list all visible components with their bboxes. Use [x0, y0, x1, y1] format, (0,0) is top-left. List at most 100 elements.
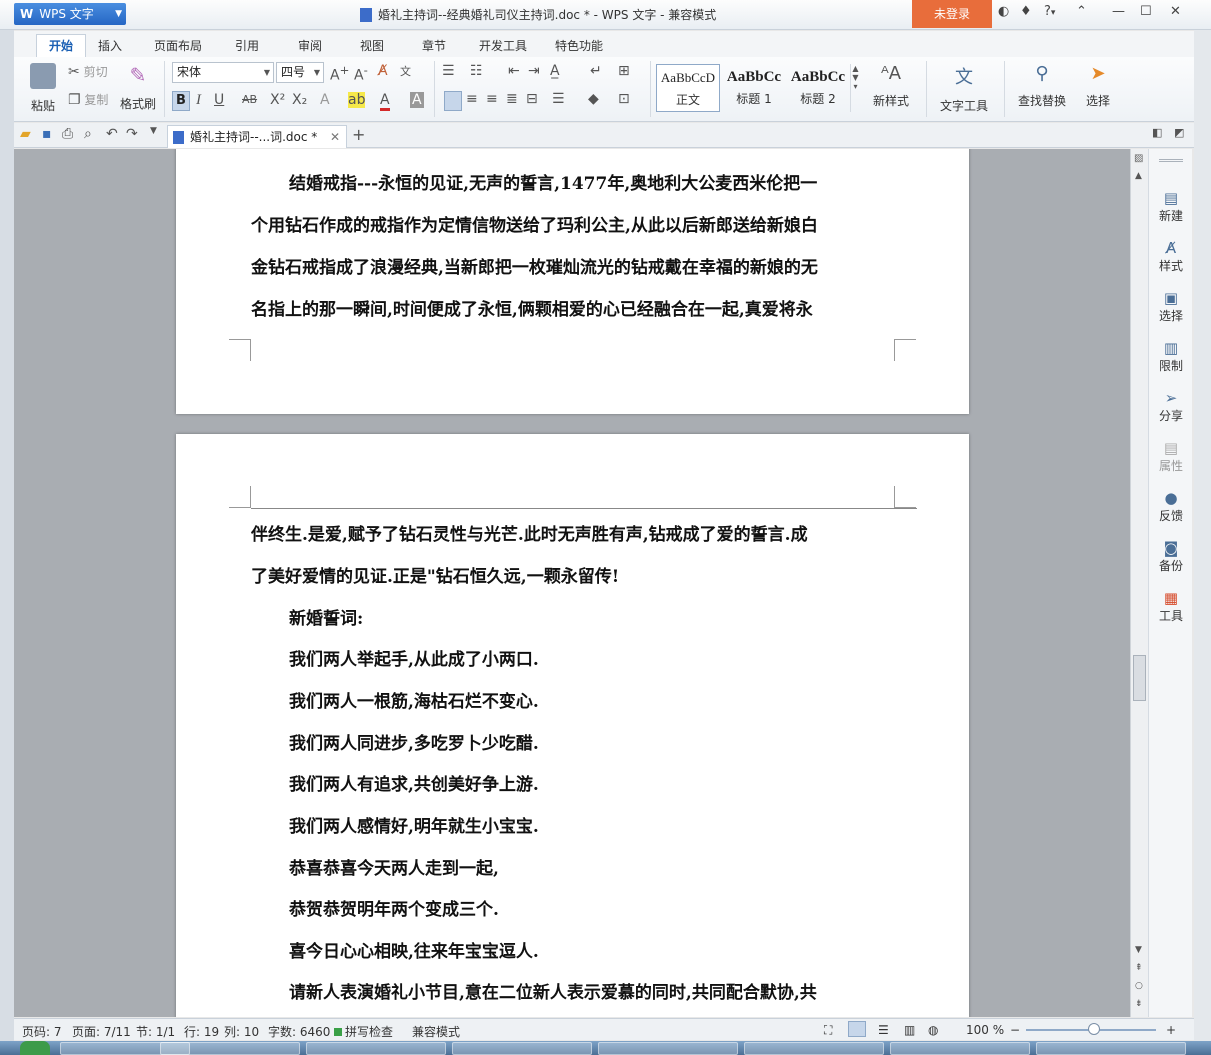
- prev-page-icon[interactable]: ⇞: [1135, 963, 1143, 973]
- char-shading-icon[interactable]: A: [410, 92, 424, 108]
- select-browse-icon[interactable]: ○: [1135, 981, 1143, 991]
- clear-format-icon[interactable]: A̸: [378, 63, 388, 79]
- find-replace-button[interactable]: ⚲ 查找替换: [1010, 63, 1074, 109]
- doc-options-icon[interactable]: ◩: [1174, 126, 1184, 139]
- status-spell-check[interactable]: 拼写检查: [334, 1023, 393, 1040]
- redo-icon[interactable]: ↷: [126, 126, 138, 142]
- save-icon[interactable]: ▪: [42, 126, 52, 142]
- align-left-button[interactable]: [444, 91, 462, 111]
- superscript-button[interactable]: X²: [270, 92, 285, 108]
- document-workspace[interactable]: 结婚戒指---永恒的见证,无声的誓言,1477年,奥地利大公麦西米伦把一 个用钻…: [14, 149, 1130, 1017]
- tab-insert[interactable]: 插入: [98, 37, 122, 54]
- scroll-down-icon[interactable]: ▼: [1135, 945, 1142, 955]
- font-size-select[interactable]: 四号 ▼: [276, 62, 324, 83]
- status-page[interactable]: 页面: 7/11: [72, 1023, 131, 1040]
- numbered-list-icon[interactable]: ☷: [470, 63, 483, 79]
- new-style-button[interactable]: ᴬA 新样式: [866, 63, 916, 109]
- tab-chapter[interactable]: 章节: [422, 37, 446, 54]
- justify-icon[interactable]: ≣: [506, 91, 518, 107]
- outline-view-icon[interactable]: ☰: [878, 1023, 889, 1037]
- restore-doc-icon[interactable]: ◧: [1152, 126, 1162, 139]
- taskbar-item[interactable]: [890, 1042, 1030, 1055]
- taskbar-item[interactable]: [306, 1042, 446, 1055]
- print-icon[interactable]: ⎙: [62, 126, 73, 142]
- vertical-scrollbar[interactable]: ▨ ▲ ▼ ⇞ ○ ⇟: [1130, 149, 1148, 1017]
- tab-special[interactable]: 特色功能: [555, 37, 603, 54]
- side-backup-button[interactable]: ◙ 备份: [1149, 539, 1193, 574]
- shading-icon[interactable]: ◆: [588, 91, 599, 107]
- zoom-in-icon[interactable]: +: [1166, 1023, 1176, 1037]
- print-preview-icon[interactable]: ⌕: [84, 126, 92, 142]
- side-new-button[interactable]: ▤ 新建: [1149, 189, 1193, 224]
- distribute-icon[interactable]: ⊟: [526, 91, 538, 107]
- format-painter-button[interactable]: ✎ 格式刷: [118, 63, 158, 112]
- taskbar-item[interactable]: [160, 1042, 300, 1055]
- skin-icon[interactable]: ◐: [998, 4, 1009, 19]
- font-name-select[interactable]: 宋体 ▼: [172, 62, 274, 83]
- help-button[interactable]: ?▾: [1044, 4, 1055, 19]
- style-gallery-scroll[interactable]: ▲ ▼ ▾: [850, 64, 860, 112]
- reading-view-icon[interactable]: ▥: [904, 1023, 915, 1037]
- next-page-icon[interactable]: ⇟: [1135, 999, 1143, 1009]
- cut-button[interactable]: ✂ 剪切: [68, 63, 108, 80]
- tab-review[interactable]: 审阅: [298, 37, 322, 54]
- text-effect-icon[interactable]: A: [320, 92, 330, 108]
- strikethrough-button[interactable]: AB: [242, 93, 257, 106]
- decrease-indent-icon[interactable]: ⇤: [508, 63, 520, 79]
- tab-view[interactable]: 视图: [360, 37, 384, 54]
- split-view-icon[interactable]: ▨: [1134, 153, 1143, 164]
- table-icon[interactable]: ⊞: [618, 63, 630, 79]
- font-color-icon[interactable]: A: [380, 92, 390, 111]
- borders-icon[interactable]: ⊡: [618, 91, 630, 107]
- underline-button[interactable]: U: [214, 92, 224, 108]
- minimize-button[interactable]: —: [1112, 4, 1125, 19]
- customize-toolbar-icon[interactable]: ▼: [150, 126, 157, 136]
- bullet-list-icon[interactable]: ☰: [442, 63, 455, 79]
- side-tools-button[interactable]: ▦ 工具: [1149, 589, 1193, 624]
- text-tools-button[interactable]: 文 文字工具: [932, 63, 996, 114]
- style-heading-2[interactable]: AaBbCc 标题 2: [786, 64, 850, 112]
- subscript-button[interactable]: X₂: [292, 92, 307, 108]
- grow-font-icon[interactable]: A+: [330, 63, 349, 84]
- align-center-icon[interactable]: ≡: [466, 91, 478, 107]
- collapse-ribbon-icon[interactable]: ⌃: [1076, 4, 1087, 19]
- italic-button[interactable]: I: [196, 92, 201, 109]
- chinese-layout-icon[interactable]: A̲: [550, 63, 560, 79]
- increase-indent-icon[interactable]: ⇥: [528, 63, 540, 79]
- show-marks-icon[interactable]: ↵: [590, 63, 602, 79]
- side-properties-button[interactable]: ▤ 属性: [1149, 439, 1193, 474]
- style-heading-1[interactable]: AaBbCc 标题 1: [722, 64, 786, 112]
- side-restrict-button[interactable]: ▥ 限制: [1149, 339, 1193, 374]
- tab-start[interactable]: 开始: [36, 34, 86, 57]
- taskbar-item[interactable]: [452, 1042, 592, 1055]
- open-icon[interactable]: ▰: [20, 126, 31, 142]
- highlight-icon[interactable]: ab: [348, 92, 366, 108]
- tab-references[interactable]: 引用: [235, 37, 259, 54]
- eye-protect-icon[interactable]: ◍: [928, 1023, 938, 1037]
- tab-page-layout[interactable]: 页面布局: [154, 37, 202, 54]
- copy-button[interactable]: ❐ 复制: [68, 91, 108, 108]
- full-screen-view-icon[interactable]: ⛶: [824, 1023, 832, 1038]
- taskbar-item[interactable]: [598, 1042, 738, 1055]
- select-button[interactable]: ➤ 选择: [1078, 63, 1118, 109]
- zoom-out-icon[interactable]: −: [1010, 1023, 1020, 1037]
- align-right-icon[interactable]: ≡: [486, 91, 498, 107]
- login-button[interactable]: 未登录: [912, 0, 992, 28]
- maximize-button[interactable]: ☐: [1140, 4, 1152, 19]
- new-tab-icon[interactable]: +: [352, 125, 365, 144]
- scroll-up-icon[interactable]: ▲: [1135, 171, 1142, 181]
- bold-button[interactable]: B: [172, 91, 190, 111]
- status-word-count[interactable]: 字数: 6460: [268, 1023, 330, 1040]
- phonetic-icon[interactable]: 文: [400, 63, 411, 79]
- paste-button[interactable]: 粘贴: [24, 63, 62, 115]
- scroll-thumb[interactable]: [1133, 655, 1146, 701]
- page-view-icon[interactable]: [848, 1021, 866, 1037]
- zoom-slider-thumb[interactable]: [1088, 1023, 1100, 1035]
- zoom-level[interactable]: 100 %: [966, 1023, 1004, 1037]
- close-tab-icon[interactable]: ✕: [330, 126, 340, 148]
- app-menu-button[interactable]: W WPS 文字 ▼: [14, 3, 126, 25]
- shirt-icon[interactable]: ♦: [1020, 4, 1032, 19]
- start-button[interactable]: [20, 1041, 50, 1055]
- side-feedback-button[interactable]: ● 反馈: [1149, 489, 1193, 524]
- side-share-button[interactable]: ➢ 分享: [1149, 389, 1193, 424]
